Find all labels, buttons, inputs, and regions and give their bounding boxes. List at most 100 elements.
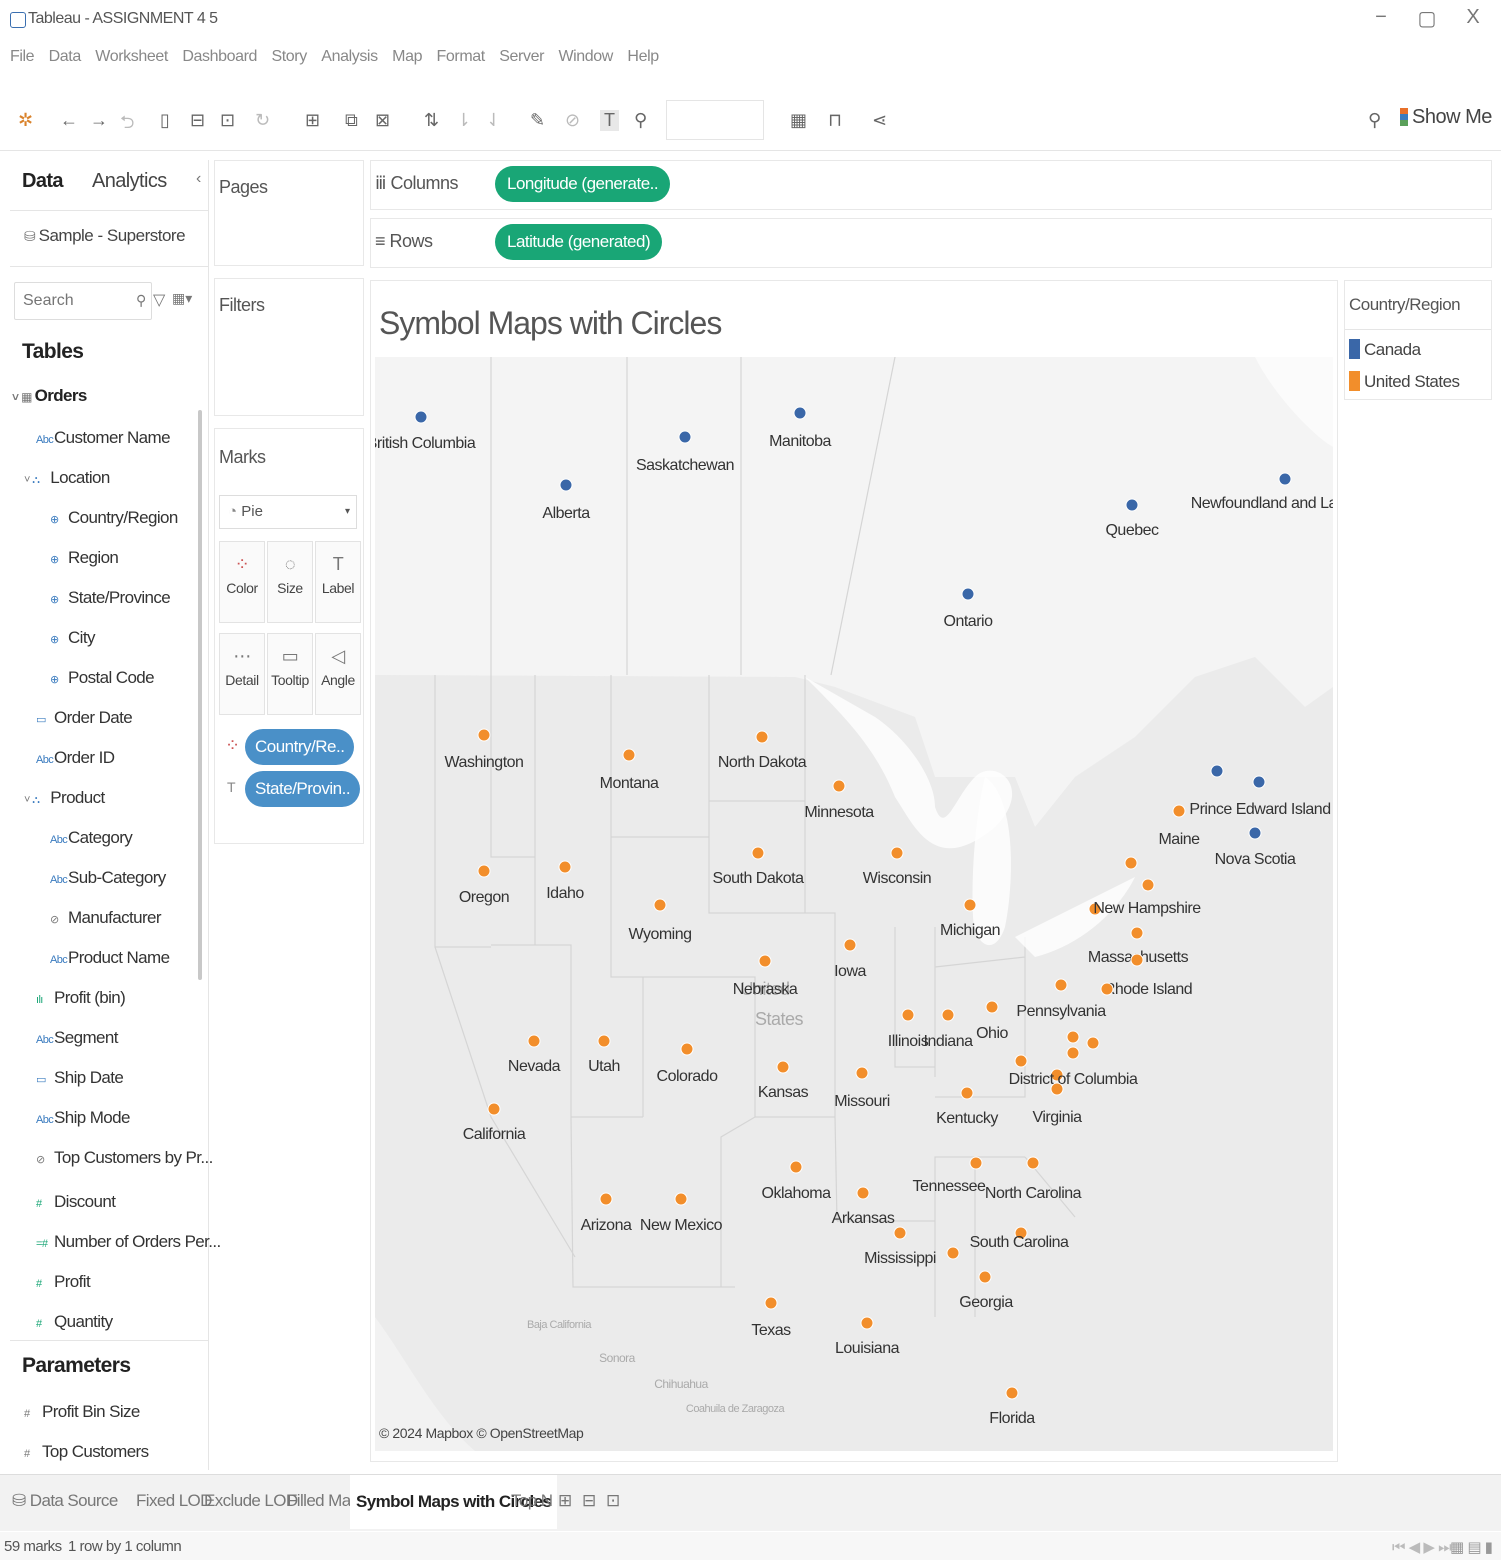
sort-ascending-icon[interactable]: ⇂: [456, 110, 471, 131]
map-mark[interactable]: [751, 846, 765, 860]
size-button[interactable]: ◌ Size: [267, 541, 313, 623]
map-mark[interactable]: [890, 846, 904, 860]
map-mark[interactable]: [622, 748, 636, 762]
label-pill-state[interactable]: State/Provin..: [245, 771, 361, 807]
field-item[interactable]: ⊕ Region: [50, 548, 119, 568]
view-options-icon[interactable]: ▦▾: [172, 290, 192, 307]
field-item[interactable]: ⊘ Manufacturer: [50, 908, 162, 928]
field-item[interactable]: AbcShip Mode: [36, 1108, 130, 1128]
map-mark[interactable]: [1130, 926, 1144, 940]
map-mark[interactable]: [963, 898, 977, 912]
tab-filled-map[interactable]: Filled Map: [287, 1491, 360, 1511]
map-mark[interactable]: [946, 1246, 960, 1260]
minimize-button[interactable]: −: [1366, 6, 1396, 29]
field-item[interactable]: ⊕ City: [50, 628, 95, 648]
parameter-item[interactable]: # Top Customers: [24, 1442, 149, 1462]
duplicate-sheet-icon[interactable]: ⧉: [345, 110, 358, 131]
map-mark[interactable]: [860, 1316, 874, 1330]
map-mark[interactable]: [969, 1156, 983, 1170]
field-item[interactable]: AbcProduct Name: [50, 948, 170, 968]
map-mark[interactable]: [776, 1060, 790, 1074]
map-mark[interactable]: [764, 1296, 778, 1310]
map-mark[interactable]: [678, 430, 692, 444]
new-worksheet-tab-icon[interactable]: ⊞: [558, 1491, 572, 1511]
map-mark[interactable]: [1124, 856, 1138, 870]
tab-top-n[interactable]: Top N: [511, 1491, 553, 1511]
map-mark[interactable]: [832, 779, 846, 793]
map-mark[interactable]: [653, 898, 667, 912]
map-mark[interactable]: [1141, 878, 1155, 892]
map-mark[interactable]: [1005, 1386, 1019, 1400]
detail-button[interactable]: ⋯ Detail: [219, 633, 265, 715]
field-item[interactable]: ⊕ Postal Code: [50, 668, 155, 688]
map-mark[interactable]: [527, 1034, 541, 1048]
filters-shelf[interactable]: Filters: [214, 278, 364, 416]
map-mark[interactable]: [941, 1008, 955, 1022]
map-mark[interactable]: [414, 410, 428, 424]
maximize-button[interactable]: ▢: [1412, 6, 1442, 31]
map-mark[interactable]: [477, 864, 491, 878]
swap-icon[interactable]: ⇅: [424, 110, 439, 131]
map-mark[interactable]: [599, 1192, 613, 1206]
tab-data-source[interactable]: ⛁ Data Source: [12, 1491, 118, 1511]
data-pane-scrollbar[interactable]: [198, 410, 202, 980]
field-item[interactable]: ılı Profit (bin): [36, 988, 126, 1008]
presentation-icon[interactable]: ▦: [790, 110, 807, 131]
tooltip-button[interactable]: ▭ Tooltip: [267, 633, 313, 715]
map-mark[interactable]: [1026, 1156, 1040, 1170]
map-mark[interactable]: [674, 1192, 688, 1206]
field-item[interactable]: ⊕ State/Province: [50, 588, 171, 608]
color-button[interactable]: ⁘ Color: [219, 541, 265, 623]
rows-shelf[interactable]: ≡ Rows Latitude (generated): [370, 218, 1492, 268]
map-mark[interactable]: [856, 1186, 870, 1200]
map-mark[interactable]: [1100, 982, 1114, 996]
menu-map[interactable]: Map: [392, 48, 422, 66]
undo-icon[interactable]: ←: [60, 110, 78, 131]
map-mark[interactable]: [1130, 953, 1144, 967]
search-input[interactable]: [21, 291, 135, 311]
angle-button[interactable]: ◁ Angle: [315, 633, 361, 715]
field-item[interactable]: AbcSegment: [36, 1028, 118, 1048]
sheet-nav-icons[interactable]: ⏮ ◀ ▶ ⏭: [1392, 1538, 1452, 1556]
field-item[interactable]: ▭ Order Date: [36, 708, 133, 728]
parameter-item[interactable]: # Profit Bin Size: [24, 1402, 140, 1422]
map-mark[interactable]: [1066, 1046, 1080, 1060]
field-item[interactable]: ▭ Ship Date: [36, 1068, 124, 1088]
expand-chevron-icon[interactable]: ˅: [24, 474, 32, 486]
tab-analytics[interactable]: Analytics: [92, 170, 167, 193]
collapse-pane-button[interactable]: ‹: [196, 170, 201, 188]
map-mark[interactable]: [1066, 1030, 1080, 1044]
mark-type-dropdown[interactable]: ◔ Pie ▾: [219, 495, 357, 529]
map-mark[interactable]: [558, 860, 572, 874]
field-item[interactable]: ⊕ Country/Region: [50, 508, 178, 528]
group-icon[interactable]: ⊘: [565, 110, 580, 131]
tab-data[interactable]: Data: [22, 170, 64, 193]
map-mark[interactable]: [789, 1160, 803, 1174]
map-mark[interactable]: [559, 478, 573, 492]
field-item[interactable]: AbcCategory: [50, 828, 133, 848]
field-item[interactable]: ⊘ Top Customers by Pr...: [36, 1148, 213, 1168]
sort-descending-icon[interactable]: ⇃: [486, 110, 501, 131]
menu-analysis[interactable]: Analysis: [321, 48, 378, 66]
new-dashboard-tab-icon[interactable]: ⊟: [582, 1491, 596, 1511]
map-mark[interactable]: [855, 1066, 869, 1080]
columns-shelf[interactable]: ⅲ Columns Longitude (generate..: [370, 160, 1492, 210]
share-icon[interactable]: ⋖: [872, 110, 887, 131]
map-credit[interactable]: © 2024 Mapbox © OpenStreetMap: [379, 1425, 584, 1441]
save-icon[interactable]: ▯: [160, 110, 170, 131]
redo-icon[interactable]: →: [90, 110, 108, 131]
expand-chevron-icon[interactable]: ˅: [24, 794, 32, 806]
table-orders[interactable]: ˅ ▦ Orders: [12, 386, 87, 406]
tableau-start-icon[interactable]: ✲: [18, 110, 33, 131]
map-mark[interactable]: [680, 1042, 694, 1056]
menu-story[interactable]: Story: [271, 48, 307, 66]
fix-axes-icon[interactable]: ⚲: [634, 110, 647, 131]
map-mark[interactable]: [1278, 472, 1292, 486]
legend-item-united-states[interactable]: United States: [1349, 371, 1460, 392]
pause-updates-icon[interactable]: ⊡: [220, 110, 235, 131]
map-mark[interactable]: [793, 406, 807, 420]
map-mark[interactable]: [477, 728, 491, 742]
show-me-button[interactable]: Show Me: [1400, 106, 1492, 129]
map-mark[interactable]: [960, 1086, 974, 1100]
menu-window[interactable]: Window: [558, 48, 613, 66]
